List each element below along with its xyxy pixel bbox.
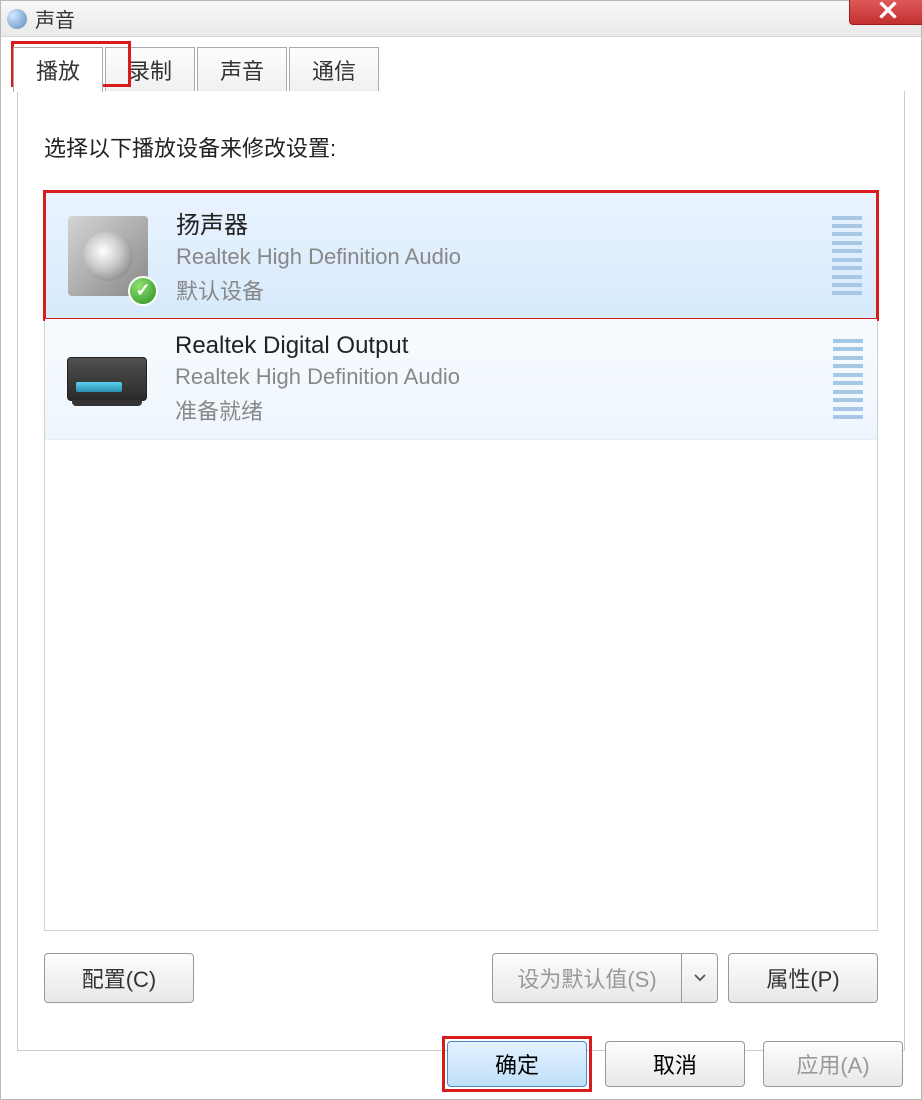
level-meter-icon: [832, 216, 862, 296]
default-check-icon: ✓: [128, 276, 158, 306]
tab-playback[interactable]: 播放: [13, 47, 103, 92]
set-default-button[interactable]: 设为默认值(S): [492, 953, 682, 1003]
device-status: 准备就绪: [175, 394, 813, 426]
device-driver: Realtek High Definition Audio: [176, 244, 812, 270]
ok-button[interactable]: 确定: [447, 1041, 587, 1087]
tab-sounds[interactable]: 声音: [197, 47, 287, 92]
device-text: 扬声器 Realtek High Definition Audio 默认设备: [176, 205, 812, 306]
device-text: Realtek Digital Output Realtek High Defi…: [175, 332, 813, 426]
set-default-split-button[interactable]: 设为默认值(S): [492, 953, 718, 1003]
close-icon: [879, 1, 897, 19]
tab-content: 选择以下播放设备来修改设置: ✓ 扬声器 Realtek High Defini…: [17, 91, 905, 1051]
list-buttons: 配置(C) 设为默认值(S) 属性(P): [44, 953, 878, 1003]
prompt-text: 选择以下播放设备来修改设置:: [44, 131, 878, 163]
cancel-button[interactable]: 取消: [605, 1041, 745, 1087]
dialog-buttons: 确定 取消 应用(A): [447, 1041, 903, 1087]
properties-button[interactable]: 属性(P): [728, 953, 878, 1003]
device-item-digital-output[interactable]: Realtek Digital Output Realtek High Defi…: [45, 319, 877, 440]
titlebar: 声音: [1, 1, 921, 37]
device-name: Realtek Digital Output: [175, 332, 813, 360]
device-driver: Realtek High Definition Audio: [175, 364, 813, 390]
digital-output-icon: [59, 331, 155, 427]
set-default-dropdown[interactable]: [682, 953, 718, 1003]
tab-communications[interactable]: 通信: [289, 47, 379, 92]
device-list[interactable]: ✓ 扬声器 Realtek High Definition Audio 默认设备: [44, 191, 878, 931]
configure-button[interactable]: 配置(C): [44, 953, 194, 1003]
device-item-speakers[interactable]: ✓ 扬声器 Realtek High Definition Audio 默认设备: [45, 192, 877, 319]
device-name: 扬声器: [176, 205, 812, 240]
level-meter-icon: [833, 339, 863, 419]
chevron-down-icon: [694, 974, 706, 982]
tab-recording[interactable]: 录制: [105, 47, 195, 92]
speaker-icon: ✓: [60, 208, 156, 304]
apply-button[interactable]: 应用(A): [763, 1041, 903, 1087]
sound-icon: [7, 9, 27, 29]
device-status: 默认设备: [176, 274, 812, 306]
sound-dialog: 声音 播放 录制 声音 通信 选择以下播放设备来修改设置: ✓ 扬声器 Real…: [0, 0, 922, 1100]
close-button[interactable]: [849, 0, 922, 25]
window-title: 声音: [35, 4, 915, 33]
tab-row: 播放 录制 声音 通信: [1, 43, 921, 91]
